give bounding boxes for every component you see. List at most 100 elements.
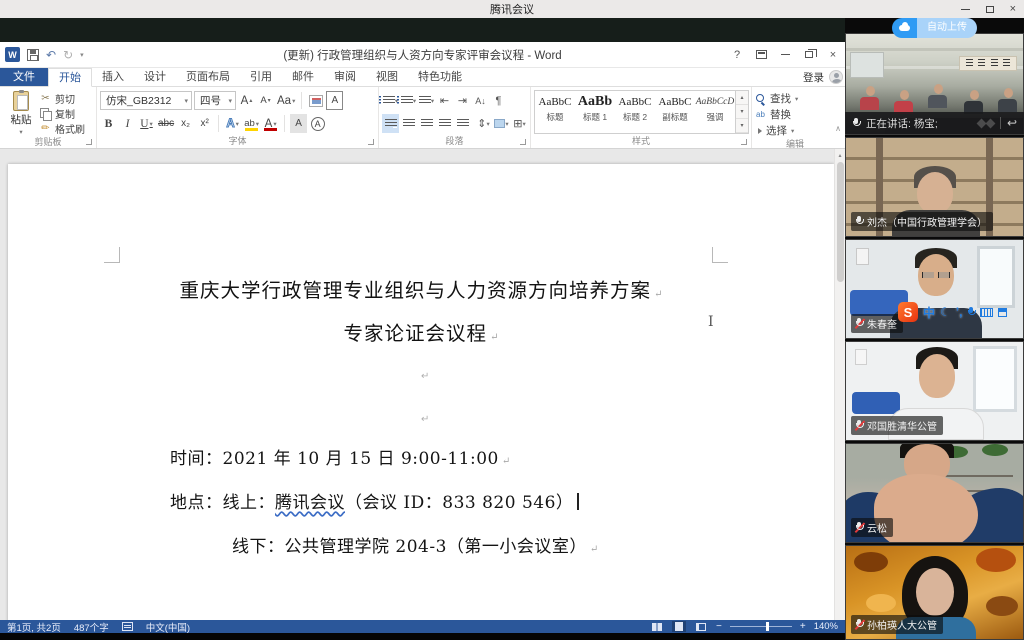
word-count[interactable]: 487个字	[74, 620, 109, 634]
vertical-scrollbar[interactable]: ▴	[834, 149, 845, 620]
undo-icon[interactable]: ↶	[46, 48, 56, 62]
print-layout-icon[interactable]	[672, 621, 686, 632]
word-restore-icon[interactable]	[797, 43, 821, 67]
zoom-in-icon[interactable]: +	[800, 621, 806, 632]
ime-halfmoon-icon[interactable]: ☾	[940, 305, 951, 319]
change-case-button[interactable]: Aa▾	[276, 91, 296, 110]
align-right-button[interactable]	[418, 114, 435, 133]
tab-references[interactable]: 引用	[240, 68, 282, 86]
line-spacing-button[interactable]: ⇕▾	[475, 114, 492, 133]
zoom-level[interactable]: 140%	[814, 621, 838, 632]
paste-dropdown-icon[interactable]: ▾	[19, 128, 22, 136]
scroll-up-icon[interactable]: ▴	[835, 149, 845, 161]
font-name-value[interactable]: 仿宋_GB2312	[106, 93, 171, 108]
styles-gallery-scroll[interactable]: ▴ ▾ ▾	[735, 91, 748, 133]
read-mode-icon[interactable]	[650, 621, 664, 632]
find-label[interactable]: 查找	[770, 91, 791, 106]
show-marks-button[interactable]: ¶	[490, 91, 507, 110]
subscript-button[interactable]: x₂	[177, 114, 194, 133]
help-icon[interactable]: ?	[725, 43, 749, 67]
select-label[interactable]: 选择	[766, 123, 787, 138]
highlight-color-button[interactable]: ab▾	[243, 114, 260, 133]
text-effects-button[interactable]: A▾	[224, 114, 241, 133]
gallery-down-icon[interactable]: ▾	[736, 105, 748, 119]
sign-in-label[interactable]: 登录	[803, 70, 824, 85]
format-painter-button[interactable]: ✏ 格式刷	[39, 122, 85, 135]
tab-mailings[interactable]: 邮件	[282, 68, 324, 86]
word-minimize-icon[interactable]	[773, 43, 797, 67]
multilevel-list-button[interactable]: ▾	[418, 91, 435, 110]
cut-label[interactable]: 剪切	[55, 91, 75, 106]
font-size-select[interactable]: 四号 ▾	[194, 91, 236, 110]
sign-in[interactable]: 登录	[803, 68, 845, 86]
phonetic-guide-icon[interactable]	[307, 91, 324, 110]
minimize-icon[interactable]	[961, 9, 970, 10]
video-tile[interactable]: 孙柏瑛人大公管	[845, 545, 1024, 640]
bold-button[interactable]: B	[100, 114, 117, 133]
style-item[interactable]: AaBbC 副标题	[655, 91, 695, 133]
paste-button[interactable]: 粘贴 ▾	[3, 89, 39, 136]
tab-special-features[interactable]: 特色功能	[408, 68, 472, 86]
grow-font-button[interactable]: A▴	[238, 91, 255, 110]
tab-page-layout[interactable]: 页面布局	[176, 68, 240, 86]
video-tile[interactable]: S 中 ☾ ’, 朱春奎	[845, 239, 1024, 339]
font-name-dropdown-icon[interactable]: ▾	[184, 97, 188, 105]
reply-arrow-icon[interactable]: ↩	[1007, 116, 1017, 130]
ime-toolbar[interactable]: S 中 ☾ ’,	[898, 302, 1007, 322]
underline-button[interactable]: U▾	[138, 114, 155, 133]
ime-punctuation-icon[interactable]: ’,	[956, 305, 963, 319]
style-item[interactable]: AaBbC 标题 2	[615, 91, 655, 133]
page-indicator[interactable]: 第1页, 共2页	[7, 620, 61, 634]
meeting-link[interactable]: 腾讯会议	[275, 493, 345, 513]
video-tile[interactable]: 云松	[845, 443, 1024, 543]
shading-button[interactable]: ▾	[493, 114, 510, 133]
redo-icon[interactable]: ↻	[63, 48, 73, 62]
tab-file[interactable]: 文件	[0, 68, 48, 86]
superscript-button[interactable]: x²	[196, 114, 213, 133]
tab-insert[interactable]: 插入	[92, 68, 134, 86]
enclose-characters-button[interactable]: A	[309, 114, 326, 133]
ribbon-display-options-icon[interactable]	[749, 43, 773, 67]
replace-button[interactable]: ab 替换	[755, 107, 835, 122]
sogou-logo-icon[interactable]: S	[898, 302, 918, 322]
gallery-up-icon[interactable]: ▴	[736, 91, 748, 105]
account-avatar[interactable]	[829, 70, 843, 84]
font-color-button[interactable]: A▾	[262, 114, 279, 133]
ime-mode-chinese[interactable]: 中	[923, 304, 935, 321]
paste-label[interactable]: 粘贴	[11, 112, 32, 127]
auto-upload-button[interactable]: 自动上传	[892, 18, 977, 38]
font-size-dropdown-icon[interactable]: ▾	[228, 97, 232, 105]
font-dialog-launcher[interactable]	[368, 139, 374, 145]
save-icon[interactable]	[27, 49, 39, 61]
distribute-button[interactable]	[454, 114, 471, 133]
character-shading-button[interactable]: A	[290, 114, 307, 133]
proofing-icon[interactable]	[122, 622, 133, 631]
document-page[interactable]: 重庆大学行政管理专业组织与人力资源方向培养方案↵ 专家论证会议程↵ ↵ ↵ 时间…	[8, 164, 834, 620]
ime-mic-icon[interactable]	[967, 307, 975, 318]
style-item[interactable]: AaBbC 标题	[535, 91, 575, 133]
font-size-value[interactable]: 四号	[200, 93, 221, 108]
find-button[interactable]: 查找 ▾	[755, 91, 835, 106]
maximize-icon[interactable]	[986, 6, 994, 13]
align-left-button[interactable]	[382, 114, 399, 133]
tab-design[interactable]: 设计	[134, 68, 176, 86]
increase-indent-button[interactable]: ⇥	[454, 91, 471, 110]
sort-button[interactable]: A↓	[472, 91, 489, 110]
scrollbar-thumb[interactable]	[837, 162, 844, 282]
clipboard-dialog-launcher[interactable]	[86, 139, 92, 145]
collapse-ribbon-icon[interactable]: ∧	[835, 124, 841, 133]
close-icon[interactable]: ×	[1010, 0, 1016, 18]
copy-button[interactable]: 复制	[39, 107, 85, 120]
web-layout-icon[interactable]	[694, 621, 708, 632]
format-painter-label[interactable]: 格式刷	[55, 121, 85, 136]
replace-label[interactable]: 替换	[770, 107, 791, 122]
italic-button[interactable]: I	[119, 114, 136, 133]
ime-toolbox-icon[interactable]	[998, 308, 1007, 317]
paragraph-dialog-launcher[interactable]	[520, 139, 526, 145]
video-tile[interactable]: 邓国胜清华公管	[845, 341, 1024, 441]
zoom-slider[interactable]	[730, 626, 792, 627]
zoom-slider-thumb[interactable]	[766, 622, 769, 631]
styles-dialog-launcher[interactable]	[741, 139, 747, 145]
video-tile[interactable]: 刘杰（中国行政管理学会）	[845, 137, 1024, 237]
justify-button[interactable]	[436, 114, 453, 133]
